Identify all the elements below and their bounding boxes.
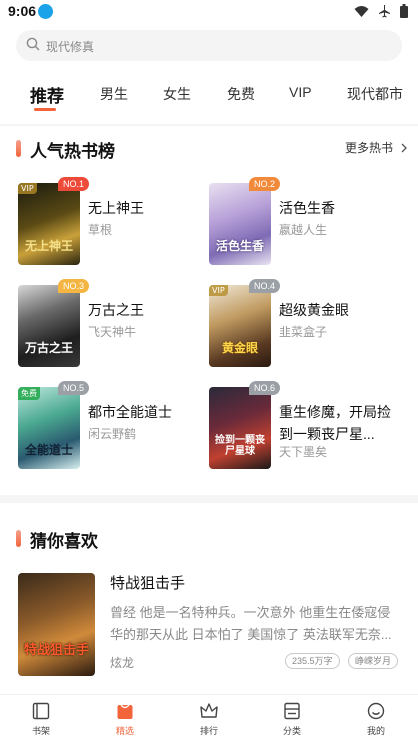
nav-label: 精选 <box>115 726 134 736</box>
hot-book-item[interactable]: 捡到一颗丧尸星球 NO.6 重生修魔，开局捡到一颗丧尸星... 天下墨矣 <box>209 381 399 473</box>
search-bar[interactable]: 现代修真 <box>16 30 402 61</box>
search-icon <box>26 37 40 51</box>
vip-tag: VIP <box>18 183 37 194</box>
vip-tag: VIP <box>209 285 228 296</box>
nav-label: 排行 <box>199 726 218 736</box>
rank-badge: NO.5 <box>58 381 90 395</box>
profile-icon <box>367 702 385 720</box>
rank-badge: NO.1 <box>58 177 90 191</box>
book-cover: 特战狙击手 <box>18 573 95 676</box>
book-title: 特战狙击手 <box>110 575 186 592</box>
more-hot-books-link[interactable]: 更多热书 <box>345 139 408 156</box>
featured-icon <box>117 704 133 719</box>
book-cover: 捡到一颗丧尸星球 <box>209 387 271 469</box>
cover-title: 捡到一颗丧尸星球 <box>215 435 265 457</box>
book-cover: VIP 无上神王 <box>18 183 80 265</box>
tab-vip[interactable]: VIP <box>289 84 312 100</box>
bookshelf-icon <box>32 702 50 720</box>
status-bar: 9:06 <box>0 0 418 24</box>
section-divider <box>0 495 418 503</box>
free-tag: 免费 <box>18 387 40 400</box>
cover-title: 万古之王 <box>24 341 73 355</box>
wifi-icon <box>354 5 369 17</box>
status-time: 9:06 <box>8 3 37 19</box>
tab-male[interactable]: 男生 <box>100 84 128 104</box>
book-name: 活色生香 <box>279 200 335 216</box>
tab-recommend[interactable]: 推荐 <box>30 82 64 107</box>
book-author: 韭菜盒子 <box>279 325 328 339</box>
book-cover: 万古之王 <box>18 285 80 367</box>
hot-book-item[interactable]: 活色生香 NO.2 活色生香 嬴越人生 <box>209 177 399 269</box>
chevron-right-icon <box>401 143 408 153</box>
active-tab-indicator <box>34 108 56 111</box>
category-tabs: 推荐 男生 女生 免费 VIP 现代都市 <box>0 78 418 118</box>
crown-icon <box>200 703 218 718</box>
category-icon <box>284 702 300 720</box>
rank-badge: NO.6 <box>249 381 281 395</box>
hot-book-item[interactable]: 免费 全能道士 NO.5 都市全能道士 闲云野鹤 <box>18 381 208 473</box>
book-author: 天下墨矣 <box>279 445 328 459</box>
nav-category[interactable]: 分类 <box>272 701 312 737</box>
cover-title: 特战狙击手 <box>23 643 89 658</box>
nav-label: 书架 <box>31 726 50 736</box>
bottom-navigation: 书架 精选 排行 分类 我的 <box>0 694 418 743</box>
book-name: 万古之王 <box>88 302 144 318</box>
nav-label: 分类 <box>282 726 301 736</box>
book-author: 草根 <box>88 223 113 237</box>
hot-list-title: 人气热书榜 <box>30 142 115 161</box>
cover-title: 黄金眼 <box>221 341 258 355</box>
book-author: 闲云野鹤 <box>88 427 137 441</box>
notification-app-icon <box>38 4 53 19</box>
battery-icon <box>400 4 408 18</box>
nav-bookshelf[interactable]: 书架 <box>21 701 61 737</box>
rank-badge: NO.3 <box>58 279 90 293</box>
more-hot-books-label: 更多热书 <box>345 141 394 155</box>
guess-title: 猜你喜欢 <box>30 532 98 551</box>
section-marker <box>16 530 21 547</box>
airplane-icon <box>379 4 390 17</box>
book-name: 超级黄金眼 <box>279 302 349 318</box>
book-author: 炫龙 <box>110 656 135 670</box>
book-cover: 活色生香 <box>209 183 271 265</box>
nav-ranking[interactable]: 排行 <box>189 701 229 737</box>
book-author: 飞天神牛 <box>88 325 137 339</box>
book-name: 重生修魔，开局捡到一颗丧尸星... <box>279 404 391 442</box>
nav-featured[interactable]: 精选 <box>105 701 145 737</box>
status-icons <box>354 4 408 18</box>
tab-free[interactable]: 免费 <box>227 84 255 104</box>
divider <box>0 124 418 126</box>
word-count-badge: 235.5万字 <box>285 653 340 669</box>
hot-book-item[interactable]: VIP 无上神王 NO.1 无上神王 草根 <box>18 177 208 269</box>
nav-profile[interactable]: 我的 <box>356 701 396 737</box>
book-name: 无上神王 <box>88 200 144 216</box>
book-name: 都市全能道士 <box>88 404 172 420</box>
tab-female[interactable]: 女生 <box>163 84 191 104</box>
cover-title: 全能道士 <box>24 443 73 457</box>
nav-label: 我的 <box>366 726 385 736</box>
search-placeholder: 现代修真 <box>46 40 95 54</box>
cover-title: 活色生香 <box>215 239 264 253</box>
cover-title: 无上神王 <box>24 239 73 253</box>
rank-badge: NO.2 <box>249 177 281 191</box>
section-marker <box>16 140 21 157</box>
book-cover: 免费 全能道士 <box>18 387 80 469</box>
genre-badge: 峥嵘岁月 <box>348 653 399 669</box>
hot-book-item[interactable]: VIP 黄金眼 NO.4 超级黄金眼 韭菜盒子 <box>209 279 399 371</box>
book-cover: VIP 黄金眼 <box>209 285 271 367</box>
book-description: 曾经 他是一名特种兵。一次意外 他重生在倭寇侵华的那天从此 日本怕了 美国惊了 … <box>110 605 392 642</box>
tab-modern-city[interactable]: 现代都市 <box>347 84 403 104</box>
rank-badge: NO.4 <box>249 279 281 293</box>
hot-book-item[interactable]: 万古之王 NO.3 万古之王 飞天神牛 <box>18 279 208 371</box>
book-author: 嬴越人生 <box>279 223 328 237</box>
